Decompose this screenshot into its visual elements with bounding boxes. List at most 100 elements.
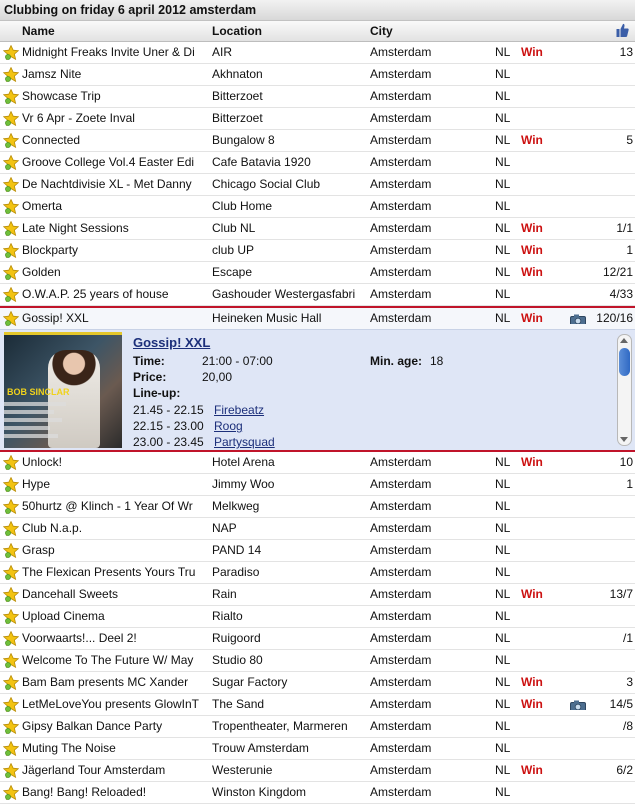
event-row[interactable]: Hype Jimmy Woo Amsterdam NL 1 — [0, 474, 635, 496]
event-row[interactable]: Groove College Vol.4 Easter Edi Cafe Bata… — [0, 152, 635, 174]
event-name[interactable]: The Flexican Presents Yours Tru — [22, 562, 207, 582]
event-name[interactable]: Connected — [22, 130, 207, 150]
favorite-star-icon[interactable] — [3, 543, 19, 558]
event-row-selected[interactable]: Gossip! XXL Heineken Music Hall Amsterda… — [0, 308, 635, 330]
favorite-star-icon[interactable] — [3, 45, 19, 60]
event-name[interactable]: Welcome To The Future W/ May — [22, 650, 207, 670]
favorite-star-icon[interactable] — [3, 67, 19, 82]
win-link[interactable]: Win — [521, 218, 561, 238]
favorite-star-icon[interactable] — [3, 287, 19, 302]
favorite-star-icon[interactable] — [3, 653, 19, 668]
event-name[interactable]: Blockparty — [22, 240, 207, 260]
event-row[interactable]: Bang! Bang! Reloaded! Winston Kingdom Amst… — [0, 782, 635, 804]
win-link[interactable]: Win — [521, 694, 561, 714]
event-name[interactable]: Golden — [22, 262, 207, 282]
favorite-star-icon[interactable] — [3, 499, 19, 514]
win-link[interactable]: Win — [521, 760, 561, 780]
column-header-city[interactable]: City — [370, 21, 393, 41]
favorite-star-icon[interactable] — [3, 521, 19, 536]
thumbs-up-icon[interactable] — [616, 23, 629, 38]
win-link[interactable]: Win — [521, 240, 561, 260]
favorite-star-icon[interactable] — [3, 243, 19, 258]
favorite-star-icon[interactable] — [3, 719, 19, 734]
event-row[interactable]: Club N.a.p. NAP Amsterdam NL — [0, 518, 635, 540]
event-row[interactable]: De Nachtdivisie XL - Met Danny Chicago So… — [0, 174, 635, 196]
event-row[interactable]: Muting The Noise Trouw Amsterdam Amsterdam… — [0, 738, 635, 760]
favorite-star-icon[interactable] — [3, 675, 19, 690]
event-name[interactable]: Groove College Vol.4 Easter Edi — [22, 152, 207, 172]
favorite-star-icon[interactable] — [3, 111, 19, 126]
win-link[interactable]: Win — [521, 308, 561, 328]
favorite-star-icon[interactable] — [3, 177, 19, 192]
event-row[interactable]: Welcome To The Future W/ May Studio 80 Ams… — [0, 650, 635, 672]
event-name[interactable]: O.W.A.P. 25 years of house — [22, 284, 207, 304]
favorite-star-icon[interactable] — [3, 631, 19, 646]
event-row[interactable]: Omerta Club Home Amsterdam NL — [0, 196, 635, 218]
event-row[interactable]: Late Night Sessions Club NL Amsterdam NL Win… — [0, 218, 635, 240]
favorite-star-icon[interactable] — [3, 697, 19, 712]
favorite-star-icon[interactable] — [3, 741, 19, 756]
event-row[interactable]: Jägerland Tour Amsterdam Westerunie Amster… — [0, 760, 635, 782]
event-name[interactable]: Muting The Noise — [22, 738, 207, 758]
event-name[interactable]: Jägerland Tour Amsterdam — [22, 760, 207, 780]
favorite-star-icon[interactable] — [3, 609, 19, 624]
favorite-star-icon[interactable] — [3, 785, 19, 800]
event-name[interactable]: Gossip! XXL — [22, 308, 207, 328]
win-link[interactable]: Win — [521, 672, 561, 692]
favorite-star-icon[interactable] — [3, 455, 19, 470]
artist-link[interactable]: Partysquad — [214, 435, 275, 449]
event-row[interactable]: LetMeLoveYou presents GlowInT The Sand Ams… — [0, 694, 635, 716]
event-name[interactable]: Grasp — [22, 540, 207, 560]
event-name[interactable]: Bang! Bang! Reloaded! — [22, 782, 207, 802]
event-row[interactable]: Bam Bam presents MC Xander Sugar Factory A… — [0, 672, 635, 694]
scroll-up-arrow-icon[interactable] — [620, 338, 628, 343]
column-header-name[interactable]: Name — [22, 21, 55, 41]
favorite-star-icon[interactable] — [3, 477, 19, 492]
event-row[interactable]: The Flexican Presents Yours Tru Paradiso A… — [0, 562, 635, 584]
event-name[interactable]: De Nachtdivisie XL - Met Danny — [22, 174, 207, 194]
favorite-star-icon[interactable] — [3, 89, 19, 104]
event-row[interactable]: 50hurtz @ Klinch - 1 Year Of Wr Melkweg Am… — [0, 496, 635, 518]
win-link[interactable]: Win — [521, 262, 561, 282]
event-row[interactable]: Unlock! Hotel Arena Amsterdam NL Win 10 — [0, 452, 635, 474]
artist-link[interactable]: Firebeatz — [214, 403, 264, 417]
event-row[interactable]: Upload Cinema Rialto Amsterdam NL — [0, 606, 635, 628]
scrollbar-thumb[interactable] — [619, 348, 630, 376]
event-row[interactable]: O.W.A.P. 25 years of house Gashouder West… — [0, 284, 635, 306]
win-link[interactable]: Win — [521, 452, 561, 472]
win-link[interactable]: Win — [521, 584, 561, 604]
scroll-down-arrow-icon[interactable] — [620, 437, 628, 442]
win-link[interactable]: Win — [521, 130, 561, 150]
win-link[interactable]: Win — [521, 42, 561, 62]
favorite-star-icon[interactable] — [3, 265, 19, 280]
favorite-star-icon[interactable] — [3, 311, 19, 326]
event-name[interactable]: Omerta — [22, 196, 207, 216]
event-name[interactable]: Gipsy Balkan Dance Party — [22, 716, 207, 736]
event-row[interactable]: Connected Bungalow 8 Amsterdam NL Win 5 — [0, 130, 635, 152]
event-row[interactable]: Jamsz Nite Akhnaton Amsterdam NL — [0, 64, 635, 86]
event-name[interactable]: 50hurtz @ Klinch - 1 Year Of Wr — [22, 496, 207, 516]
event-name[interactable]: Bam Bam presents MC Xander — [22, 672, 207, 692]
event-name[interactable]: Late Night Sessions — [22, 218, 207, 238]
event-name[interactable]: Hype — [22, 474, 207, 494]
event-row[interactable]: Voorwaarts!... Deel 2! Ruigoord Amsterdam N… — [0, 628, 635, 650]
event-name[interactable]: LetMeLoveYou presents GlowInT — [22, 694, 207, 714]
event-row[interactable]: Vr 6 Apr - Zoete Inval Bitterzoet Amsterda… — [0, 108, 635, 130]
event-name[interactable]: Upload Cinema — [22, 606, 207, 626]
favorite-star-icon[interactable] — [3, 133, 19, 148]
event-name[interactable]: Unlock! — [22, 452, 207, 472]
favorite-star-icon[interactable] — [3, 221, 19, 236]
favorite-star-icon[interactable] — [3, 155, 19, 170]
column-header-location[interactable]: Location — [212, 21, 262, 41]
event-name[interactable]: Jamsz Nite — [22, 64, 207, 84]
artist-link[interactable]: Roog — [214, 419, 243, 433]
event-name[interactable]: Midnight Freaks Invite Uner & Di — [22, 42, 207, 62]
event-row[interactable]: Gipsy Balkan Dance Party Tropentheater, M… — [0, 716, 635, 738]
event-name[interactable]: Vr 6 Apr - Zoete Inval — [22, 108, 207, 128]
event-row[interactable]: Dancehall Sweets Rain Amsterdam NL Win 13/7 — [0, 584, 635, 606]
detail-scrollbar[interactable] — [617, 334, 632, 446]
event-name[interactable]: Voorwaarts!... Deel 2! — [22, 628, 207, 648]
event-name[interactable]: Dancehall Sweets — [22, 584, 207, 604]
event-name[interactable]: Club N.a.p. — [22, 518, 207, 538]
detail-title-link[interactable]: Gossip! XXL — [133, 335, 210, 350]
